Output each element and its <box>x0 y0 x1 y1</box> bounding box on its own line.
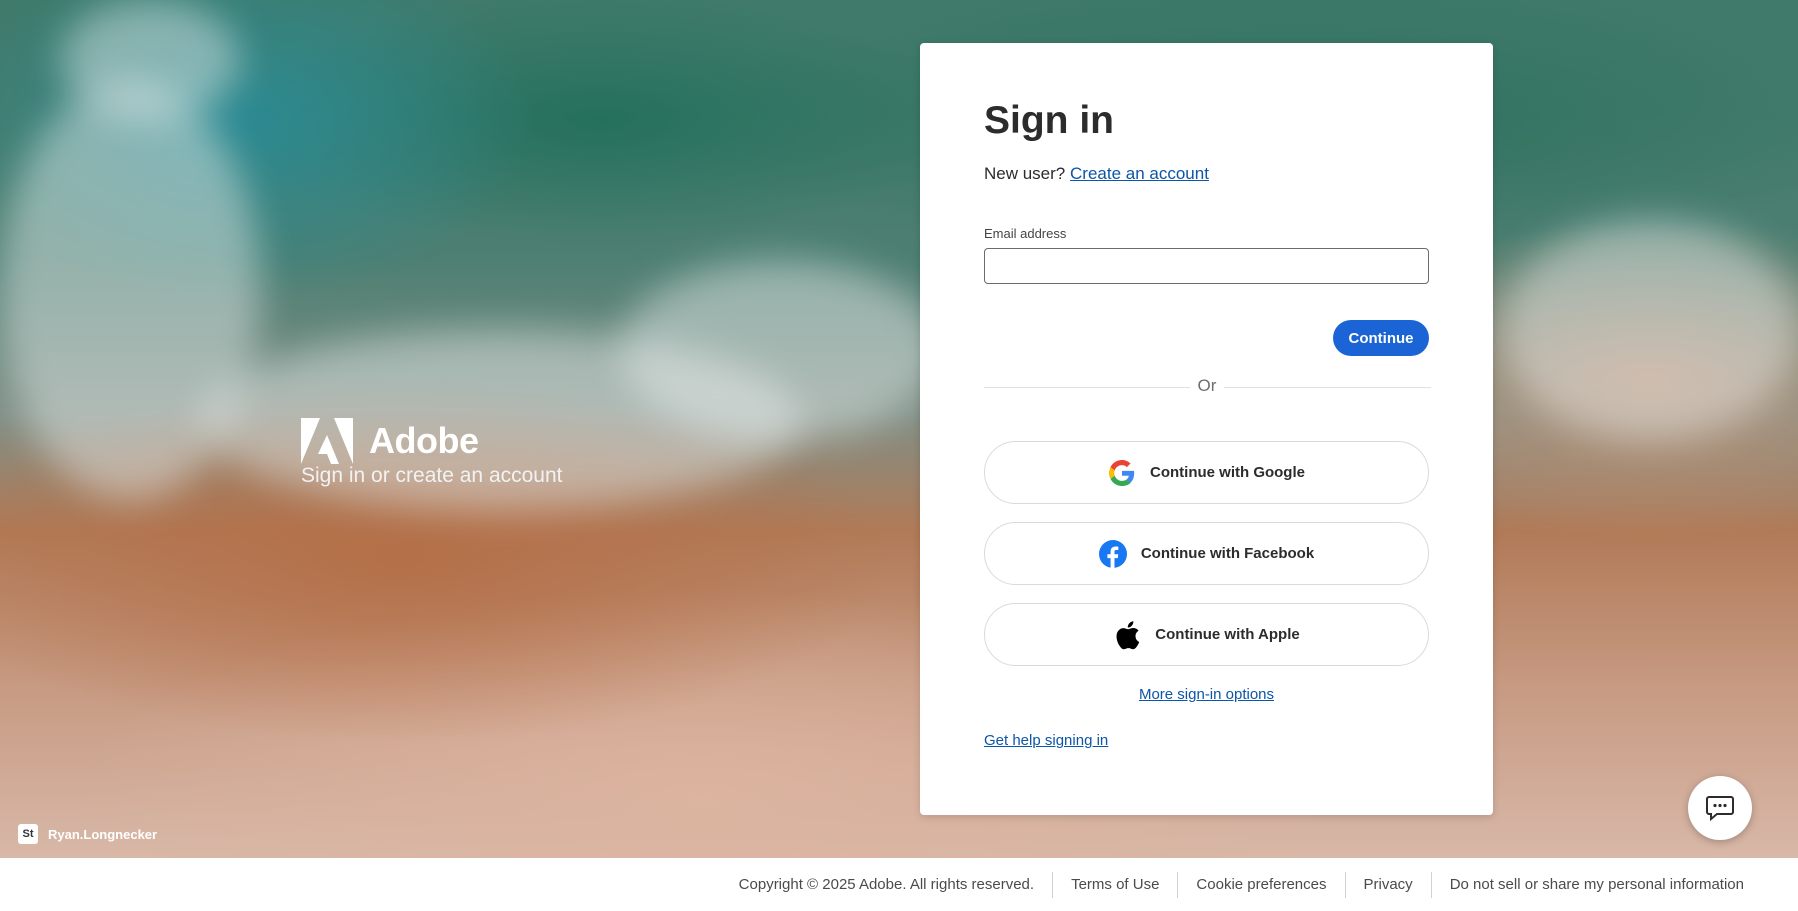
get-help-link[interactable]: Get help signing in <box>984 732 1108 749</box>
adobe-logo-icon <box>301 418 353 464</box>
photo-credit-name: Ryan.Longnecker <box>48 826 158 842</box>
brand-block: Adobe Sign in or create an account <box>301 418 563 488</box>
continue-with-apple-button[interactable]: Continue with Apple <box>984 603 1429 666</box>
privacy-link[interactable]: Privacy <box>1344 871 1431 898</box>
google-icon <box>1108 459 1136 487</box>
sign-in-card: Sign in New user? Create an account Emai… <box>920 43 1493 815</box>
new-user-text: New user? <box>984 164 1066 183</box>
page-title: Sign in <box>984 99 1114 142</box>
brand-tagline: Sign in or create an account <box>301 464 563 487</box>
more-sign-in-options-link[interactable]: More sign-in options <box>984 686 1429 703</box>
continue-with-google-button[interactable]: Continue with Google <box>984 441 1429 504</box>
chat-button[interactable] <box>1688 776 1752 840</box>
apple-icon <box>1113 620 1141 649</box>
facebook-icon <box>1098 539 1127 568</box>
or-separator: Or <box>1190 376 1224 396</box>
photo-credit[interactable]: St Ryan.Longnecker <box>18 824 157 844</box>
chat-bubble-icon <box>1706 796 1734 821</box>
brand-name: Adobe <box>369 420 479 461</box>
continue-button[interactable]: Continue <box>1333 320 1429 356</box>
cookie-preferences-link[interactable]: Cookie preferences <box>1177 871 1344 898</box>
google-label: Continue with Google <box>1150 464 1305 481</box>
footer: Copyright © 2025 Adobe. All rights reser… <box>0 858 1798 911</box>
email-field[interactable] <box>984 248 1429 284</box>
email-label: Email address <box>984 226 1067 241</box>
do-not-sell-link[interactable]: Do not sell or share my personal informa… <box>1430 871 1762 898</box>
continue-with-facebook-button[interactable]: Continue with Facebook <box>984 522 1429 585</box>
copyright-text: Copyright © 2025 Adobe. All rights reser… <box>738 875 1035 893</box>
apple-label: Continue with Apple <box>1155 626 1300 643</box>
create-account-link[interactable]: Create an account <box>1070 164 1209 183</box>
facebook-label: Continue with Facebook <box>1140 545 1315 562</box>
stock-badge-icon: St <box>18 824 38 844</box>
background-photo <box>0 0 1798 858</box>
new-user-row: New user? Create an account <box>984 164 1209 184</box>
terms-of-use-link[interactable]: Terms of Use <box>1052 871 1177 898</box>
